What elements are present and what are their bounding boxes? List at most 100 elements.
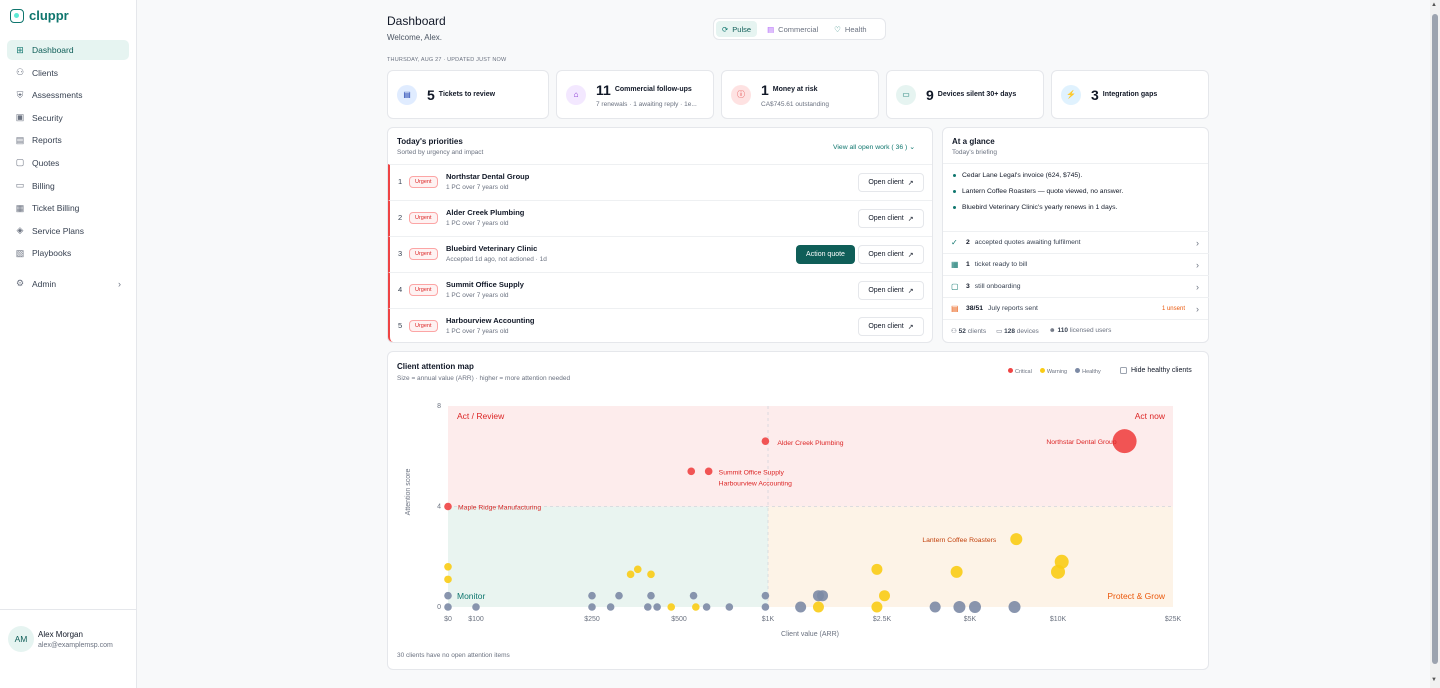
credit-card-icon: ▭	[15, 180, 25, 191]
kpi-silent-devices[interactable]: ▭ 9 Devices silent 30+ days	[886, 70, 1044, 119]
report-icon: ▤	[951, 304, 959, 313]
data-point-healthy	[588, 603, 596, 611]
sidebar-item-playbooks[interactable]: ▧ Playbooks	[7, 243, 129, 263]
button-label: Open client	[868, 179, 904, 186]
data-point-warning	[879, 590, 891, 602]
sidebar-item-dashboard[interactable]: ⊞ Dashboard	[7, 40, 129, 60]
sidebar-item-security[interactable]: ▣ Security	[7, 108, 129, 128]
sidebar-item-billing[interactable]: ▭ Billing	[7, 176, 129, 196]
chevron-right-icon: ›	[1196, 281, 1199, 292]
quadrant-act-review	[448, 406, 768, 507]
kpi-tickets[interactable]: ▤ 5 Tickets to review	[387, 70, 549, 119]
glance-label: accepted quotes awaiting fulfilment	[974, 239, 1081, 246]
unsent-note: 1 unsent	[1161, 305, 1185, 312]
kpi-integration-gaps[interactable]: ⚡ 3 Integration gaps	[1051, 70, 1209, 119]
sidebar-item-quotes[interactable]: ▢ Quotes	[7, 153, 129, 173]
legend-label: Healthy	[1082, 369, 1101, 375]
sidebar-item-ticket-billing[interactable]: ▦ Ticket Billing	[7, 198, 129, 218]
sidebar-item-reports[interactable]: ▤ Reports	[7, 130, 129, 150]
glance-row-reports-sent[interactable]: ▤ 38/51 July reports sent 1 unsent ›	[943, 297, 1209, 319]
scroll-down-icon[interactable]: ▼	[1431, 677, 1437, 683]
legend-label: Critical	[1015, 369, 1032, 375]
x-axis-label: Client value (ARR)	[781, 631, 839, 638]
heart-icon: ♡	[834, 24, 841, 34]
user-profile[interactable]: AM Alex Morgan alex@examplemsp.com	[0, 609, 137, 688]
lock-icon: ▣	[15, 112, 25, 123]
brand-logo[interactable]: cluppr	[10, 8, 69, 23]
glance-label: still onboarding	[974, 283, 1021, 290]
glance-row-ticket-to-bill[interactable]: ▦ 1 ticket ready to bill ›	[943, 253, 1209, 275]
footer-count: 128	[1004, 328, 1015, 335]
logo-icon	[10, 8, 24, 23]
view-label: Pulse	[732, 24, 752, 34]
data-point-warning	[871, 563, 883, 575]
data-point-warning	[647, 570, 655, 579]
data-point-critical	[704, 467, 713, 476]
sidebar-item-assessments[interactable]: ⛨ Assessments	[7, 85, 129, 105]
data-point-healthy	[968, 601, 981, 613]
legend-label: Warning	[1046, 369, 1068, 375]
kpi-money-at-risk[interactable]: ⓘ 1 Money at risk CA$745.61 outstanding	[721, 70, 879, 119]
glance-row-accepted-quotes[interactable]: ✓ 2 accepted quotes awaiting fulfilment ›	[943, 231, 1209, 253]
sidebar-item-admin[interactable]: ⚙ Admin ›	[7, 274, 129, 294]
updated-timestamp: THURSDAY, AUG 27 · UPDATED JUST NOW	[387, 57, 507, 63]
hide-healthy-toggle[interactable]: Hide healthy clients	[1120, 367, 1192, 374]
open-client-button[interactable]: Open client ↗	[858, 317, 924, 336]
priority-row[interactable]: 4 Urgent Summit Office Supply 1 PC over …	[388, 272, 932, 308]
glance-footer: ⚇ 52 clients ▭ 128 devices ☻ 110 license…	[951, 327, 1111, 335]
priority-rank: 2	[398, 213, 403, 222]
kpi-label: Commercial follow-ups	[614, 86, 692, 93]
glance-count: 38/51	[966, 305, 984, 312]
data-point-healthy	[653, 603, 661, 611]
action-quote-button[interactable]: Action quote	[796, 245, 855, 264]
external-link-icon: ↗	[907, 251, 914, 259]
quadrant-label: Protect & Grow	[1107, 591, 1165, 601]
pulse-icon: ⟳	[722, 24, 729, 34]
sidebar-item-service-plans[interactable]: ◈ Service Plans	[7, 221, 129, 241]
briefing-item: Lantern Coffee Roasters — quote viewed, …	[953, 188, 1123, 195]
view-pulse-button[interactable]: ⟳ Pulse	[716, 21, 758, 37]
hide-healthy-label: Hide healthy clients	[1131, 367, 1192, 374]
kpi-label: Money at risk	[772, 86, 818, 93]
data-point-warning	[950, 565, 963, 578]
priority-rank: 1	[398, 177, 403, 186]
priority-row[interactable]: 2 Urgent Alder Creek Plumbing 1 PC over …	[388, 200, 932, 236]
sidebar-item-label: Security	[32, 112, 63, 123]
sidebar-item-clients[interactable]: ⚇ Clients	[7, 63, 129, 83]
x-tick-label: $10K	[1050, 616, 1067, 623]
sidebar-item-label: Admin	[32, 278, 57, 289]
kpi-commercial[interactable]: ⌂ 11 Commercial follow-ups 7 renewals · 1…	[556, 70, 714, 119]
view-all-open-work-link[interactable]: View all open work ( 36 ) ⌄	[833, 143, 915, 151]
open-client-button[interactable]: Open client ↗	[858, 173, 924, 192]
legend-critical: Critical	[1008, 368, 1032, 375]
priority-rank: 5	[398, 321, 403, 330]
y-tick-label: 0	[437, 604, 441, 611]
priority-row[interactable]: 1 Urgent Northstar Dental Group 1 PC ove…	[388, 164, 932, 200]
button-label: Open client	[868, 251, 904, 258]
priority-detail: 1 PC over 7 years old	[446, 328, 509, 335]
hide-healthy-checkbox[interactable]	[1120, 367, 1127, 374]
page-scrollbar[interactable]: ▲ ▼	[1430, 0, 1440, 688]
open-client-button[interactable]: Open client ↗	[858, 281, 924, 300]
footer-label: clients	[967, 328, 987, 335]
scroll-up-icon[interactable]: ▲	[1431, 2, 1437, 8]
monitor-icon: ▭	[996, 328, 1003, 335]
glance-row-onboarding[interactable]: ▢ 3 still onboarding ›	[943, 275, 1209, 297]
data-point-healthy	[725, 603, 734, 611]
view-commercial-button[interactable]: ▤ Commercial	[761, 21, 824, 37]
clients-count: ⚇ 52 clients	[951, 327, 986, 335]
priority-row[interactable]: 5 Urgent Harbourview Accounting 1 PC ove…	[388, 308, 932, 342]
view-health-button[interactable]: ♡ Health	[828, 21, 872, 37]
client-name: Alder Creek Plumbing	[446, 208, 525, 217]
open-client-button[interactable]: Open client ↗	[858, 245, 924, 264]
x-tick-label: $100	[468, 616, 484, 623]
point-label: Harbourview Accounting	[719, 480, 793, 487]
receipt-icon: ▦	[951, 260, 959, 269]
data-point-warning	[444, 563, 452, 571]
scrollbar-thumb[interactable]	[1432, 14, 1438, 664]
x-tick-label: $1K	[762, 616, 775, 623]
external-link-icon: ↗	[907, 287, 914, 295]
open-client-button[interactable]: Open client ↗	[858, 209, 924, 228]
priority-detail: Accepted 1d ago, not actioned · 1d	[446, 256, 547, 263]
priority-row[interactable]: 3 Urgent Bluebird Veterinary Clinic Acce…	[388, 236, 932, 272]
